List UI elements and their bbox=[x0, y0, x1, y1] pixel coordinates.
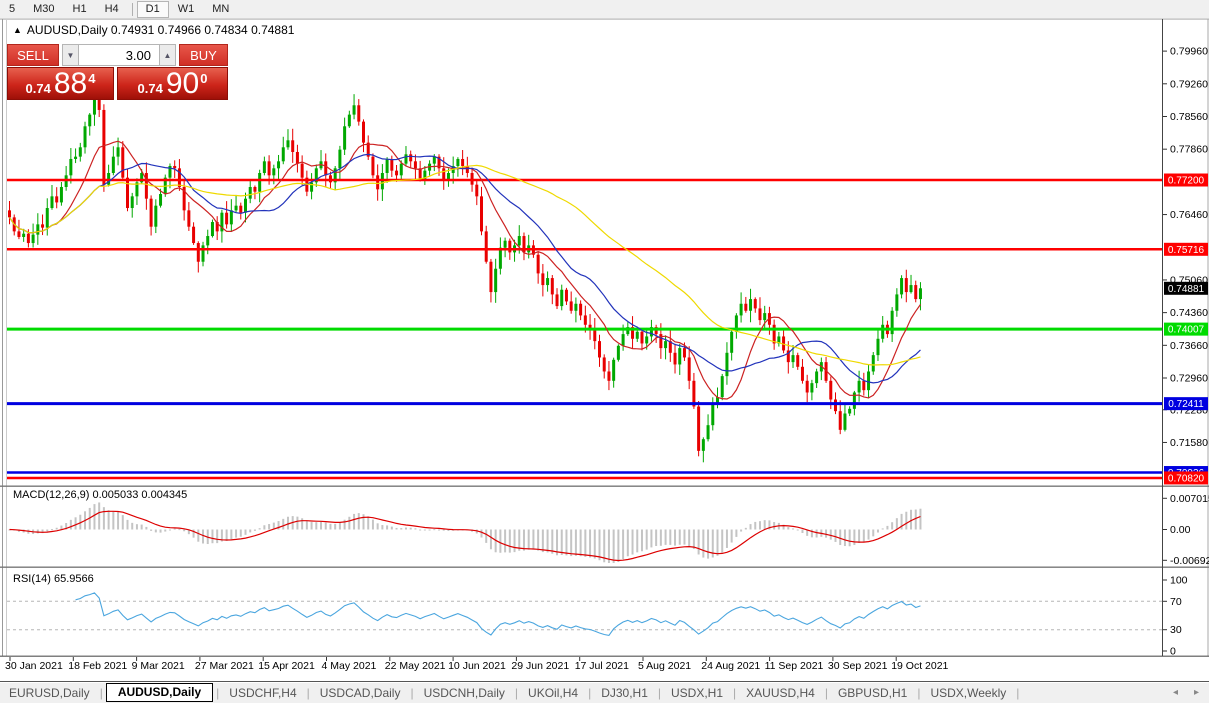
buy-price-sup: 0 bbox=[200, 70, 208, 86]
chart-title-text: AUDUSD,Daily 0.74931 0.74966 0.74834 0.7… bbox=[26, 23, 295, 37]
svg-text:17 Jul 2021: 17 Jul 2021 bbox=[575, 660, 629, 672]
svg-text:0: 0 bbox=[1170, 646, 1176, 658]
timeframe-toolbar: 5 M30 H1 H4 D1 W1 MN bbox=[0, 0, 1209, 19]
timeframe-button-h1[interactable]: H1 bbox=[64, 1, 96, 18]
svg-text:30 Sep 2021: 30 Sep 2021 bbox=[828, 660, 888, 672]
timeframe-button-h4[interactable]: H4 bbox=[96, 1, 128, 18]
macd-pane bbox=[8, 502, 922, 563]
svg-text:0.77200: 0.77200 bbox=[1168, 176, 1205, 187]
trade-panel-row1: SELL ▼ ▲ BUY bbox=[7, 44, 228, 66]
date-axis: 30 Jan 2021 18 Feb 2021 9 Mar 2021 27 Mar 2… bbox=[5, 657, 949, 672]
candles-layer bbox=[8, 85, 922, 463]
svg-text:0.72411: 0.72411 bbox=[1168, 399, 1204, 410]
svg-text:0.00: 0.00 bbox=[1170, 524, 1191, 536]
svg-text:0.70820: 0.70820 bbox=[1168, 473, 1205, 484]
timeframe-button-5[interactable]: 5 bbox=[0, 1, 24, 18]
rsi-indicator-label: RSI(14) 65.9566 bbox=[13, 573, 94, 585]
buy-price-prefix: 0.74 bbox=[137, 80, 163, 96]
svg-text:29 Jun 2021: 29 Jun 2021 bbox=[511, 660, 569, 672]
chart-tab-usdx-h1[interactable]: USDX,H1 bbox=[662, 686, 732, 700]
svg-text:0.74881: 0.74881 bbox=[1168, 284, 1205, 295]
buy-button[interactable]: BUY bbox=[179, 44, 228, 66]
level-lines-layer bbox=[7, 178, 1162, 480]
svg-text:0.71580: 0.71580 bbox=[1170, 437, 1208, 449]
svg-text:22 May 2021: 22 May 2021 bbox=[385, 660, 446, 672]
buy-price-big: 90 bbox=[165, 66, 200, 100]
chart-tab-eurusd-daily[interactable]: EURUSD,Daily bbox=[0, 686, 99, 700]
svg-text:15 Apr 2021: 15 Apr 2021 bbox=[258, 660, 315, 672]
svg-text:10 Jun 2021: 10 Jun 2021 bbox=[448, 660, 506, 672]
svg-text:70: 70 bbox=[1170, 596, 1182, 608]
svg-text:0.79960: 0.79960 bbox=[1170, 46, 1208, 58]
timeframe-button-mn[interactable]: MN bbox=[203, 1, 238, 18]
chart-tab-usdcad-daily[interactable]: USDCAD,Daily bbox=[311, 686, 410, 700]
svg-text:0.73660: 0.73660 bbox=[1170, 340, 1208, 352]
chart-tab-usdx-weekly[interactable]: USDX,Weekly bbox=[921, 686, 1015, 700]
chart-tab-usdchf-h4[interactable]: USDCHF,H4 bbox=[220, 686, 305, 700]
svg-text:-0.006923: -0.006923 bbox=[1170, 555, 1209, 567]
tab-scroll-left-icon[interactable]: ◂ bbox=[1173, 687, 1178, 698]
svg-text:0.77860: 0.77860 bbox=[1170, 144, 1208, 156]
macd-indicator-label: MACD(12,26,9) 0.005033 0.004345 bbox=[13, 489, 188, 501]
sell-price-prefix: 0.74 bbox=[25, 80, 51, 96]
sell-price-sup: 4 bbox=[88, 70, 96, 86]
svg-text:0.78560: 0.78560 bbox=[1170, 111, 1208, 123]
timeframe-button-d1[interactable]: D1 bbox=[136, 0, 169, 18]
svg-text:100: 100 bbox=[1170, 575, 1188, 587]
svg-text:0.79260: 0.79260 bbox=[1170, 78, 1208, 90]
chart-tab-usdcnh-daily[interactable]: USDCNH,Daily bbox=[415, 686, 514, 700]
svg-text:4 May 2021: 4 May 2021 bbox=[322, 660, 377, 672]
svg-text:0.75716: 0.75716 bbox=[1168, 245, 1205, 256]
sell-quote-button[interactable]: 0.74 88 4 bbox=[7, 67, 114, 100]
chart-tab-ukoil-h4[interactable]: UKOil,H4 bbox=[519, 686, 587, 700]
chart-tab-gbpusd-h1[interactable]: GBPUSD,H1 bbox=[829, 686, 916, 700]
svg-text:9 Mar 2021: 9 Mar 2021 bbox=[132, 660, 185, 672]
volume-input[interactable] bbox=[79, 44, 159, 66]
svg-text:0.76460: 0.76460 bbox=[1170, 209, 1208, 221]
svg-text:5 Aug 2021: 5 Aug 2021 bbox=[638, 660, 691, 672]
symbol-tabbar: EURUSD,Daily | AUDUSD,Daily | USDCHF,H4 | USDC… bbox=[0, 681, 1209, 703]
toolbar-separator bbox=[131, 2, 133, 16]
svg-text:27 Mar 2021: 27 Mar 2021 bbox=[195, 660, 254, 672]
svg-text:11 Sep 2021: 11 Sep 2021 bbox=[765, 660, 824, 672]
svg-text:30 Jan 2021: 30 Jan 2021 bbox=[5, 660, 63, 672]
rsi-pane bbox=[7, 592, 1162, 637]
svg-text:0.74360: 0.74360 bbox=[1170, 307, 1208, 319]
svg-text:0.007015: 0.007015 bbox=[1170, 493, 1209, 505]
volume-stepper: ▼ ▲ bbox=[62, 44, 176, 66]
trade-panel: SELL ▼ ▲ BUY 0.74 88 4 0.74 90 0 bbox=[7, 44, 228, 100]
svg-text:18 Feb 2021: 18 Feb 2021 bbox=[68, 660, 127, 672]
tab-scroll-right-icon[interactable]: ▸ bbox=[1194, 687, 1199, 698]
svg-text:24 Aug 2021: 24 Aug 2021 bbox=[701, 660, 760, 672]
tab-scroll-arrows: ◂ ▸ bbox=[1173, 687, 1199, 698]
timeframe-button-w1[interactable]: W1 bbox=[169, 1, 204, 18]
svg-text:30: 30 bbox=[1170, 624, 1182, 636]
chart-tab-dj30-h1[interactable]: DJ30,H1 bbox=[592, 686, 657, 700]
chart-canvas[interactable]: 0.799600.792600.785600.778600.764600.750… bbox=[0, 18, 1209, 682]
collapse-triangle-icon: ▲ bbox=[13, 25, 22, 35]
svg-text:19 Oct 2021: 19 Oct 2021 bbox=[891, 660, 948, 672]
svg-text:0.72960: 0.72960 bbox=[1170, 373, 1208, 385]
chevron-down-icon: ▼ bbox=[66, 50, 75, 60]
volume-increase-button[interactable]: ▲ bbox=[159, 44, 176, 66]
tab-separator: | bbox=[99, 685, 103, 700]
volume-decrease-button[interactable]: ▼ bbox=[62, 44, 79, 66]
trading-terminal: { "toolbar": { "timeframes": ["5", "M30"… bbox=[0, 0, 1209, 703]
sell-price-big: 88 bbox=[53, 66, 88, 100]
chart-tab-xauusd-h4[interactable]: XAUUSD,H4 bbox=[737, 686, 824, 700]
timeframe-button-m30[interactable]: M30 bbox=[24, 1, 63, 18]
sell-button[interactable]: SELL bbox=[7, 44, 59, 66]
buy-quote-button[interactable]: 0.74 90 0 bbox=[117, 67, 228, 100]
svg-text:0.74007: 0.74007 bbox=[1168, 325, 1205, 336]
tab-separator: | bbox=[1016, 685, 1020, 700]
chevron-up-icon: ▲ bbox=[163, 50, 172, 60]
chart-tab-audusd-daily[interactable]: AUDUSD,Daily bbox=[105, 683, 214, 702]
price-axis: 0.799600.792600.785600.778600.764600.750… bbox=[1163, 46, 1209, 658]
trade-panel-row2: 0.74 88 4 0.74 90 0 bbox=[7, 67, 228, 100]
chart-title: ▲ AUDUSD,Daily 0.74931 0.74966 0.74834 0.… bbox=[13, 23, 294, 37]
